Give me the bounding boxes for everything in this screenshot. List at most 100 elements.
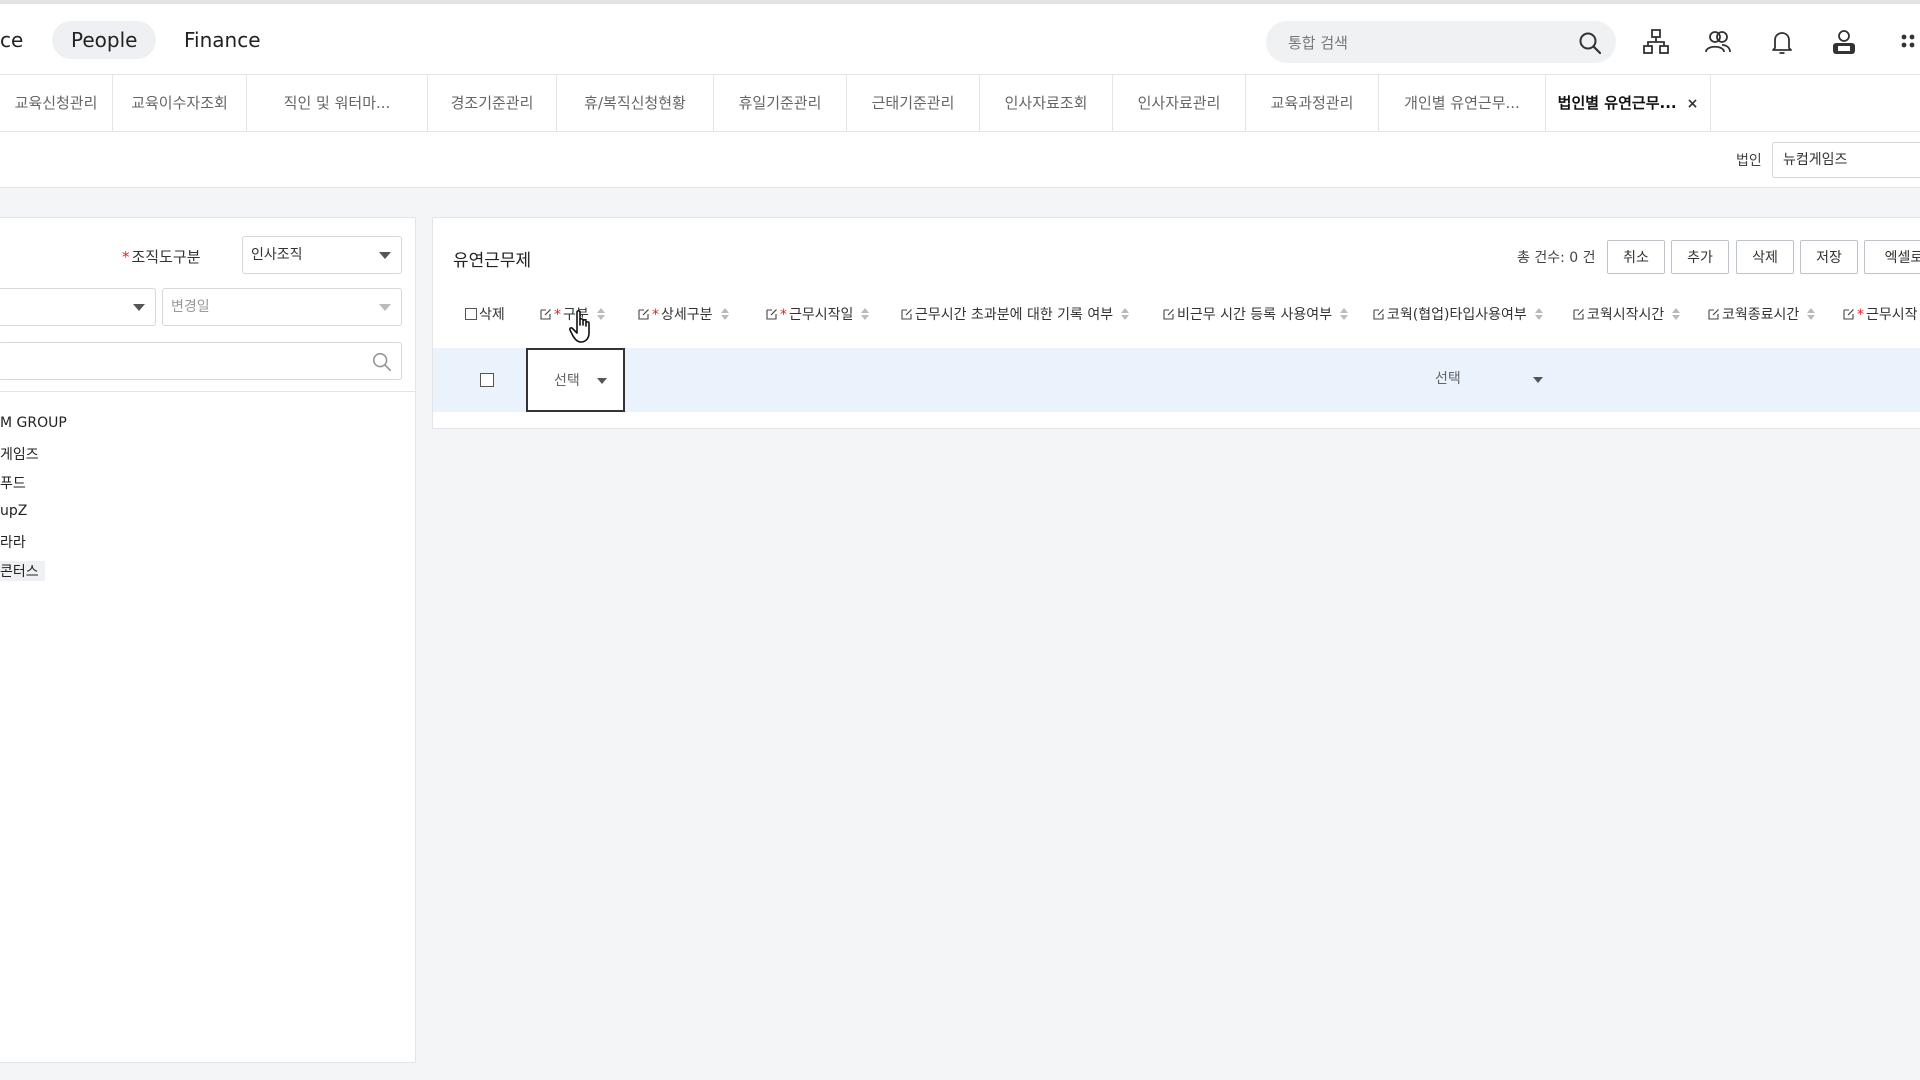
search-icon[interactable]: [1578, 31, 1602, 55]
tab-seal-watermark[interactable]: 직인 및 워터마...: [247, 75, 428, 131]
col-delete[interactable]: 삭제: [465, 294, 505, 336]
close-icon[interactable]: ×: [1687, 96, 1699, 112]
col-label: 코웍(협업)타입사용여부: [1387, 307, 1527, 323]
save-button[interactable]: 저장: [1800, 240, 1858, 274]
tab-leave-reinstatement[interactable]: 휴/복직신청현황: [557, 75, 714, 131]
org-type-select[interactable]: 인사조직: [242, 236, 402, 274]
col-label: 구분: [563, 307, 589, 323]
required-mark: *: [554, 307, 561, 323]
col-detail-type[interactable]: * 상세구분: [638, 294, 729, 336]
type-cell-select[interactable]: 선택: [526, 348, 625, 412]
nav-item-workspace[interactable]: ce: [0, 21, 23, 59]
change-date-placeholder: 변경일: [171, 299, 210, 315]
corporation-select[interactable]: 뉴컴게임즈: [1772, 142, 1920, 178]
tree-node[interactable]: M GROUP: [0, 415, 67, 431]
col-type[interactable]: * 구분: [540, 294, 605, 336]
divider: [0, 391, 416, 392]
global-search: [1266, 21, 1616, 65]
tab-attendance-standard[interactable]: 근태기준관리: [847, 75, 980, 131]
delete-button[interactable]: 삭제: [1736, 240, 1794, 274]
sort-icon[interactable]: [720, 308, 729, 320]
required-mark: *: [1857, 307, 1864, 323]
tab-corporate-flex-work[interactable]: 법인별 유연근무... ×: [1546, 75, 1711, 131]
apps-grid-icon[interactable]: [1893, 27, 1920, 57]
excel-export-button[interactable]: 엑셀로: [1864, 240, 1920, 274]
org-tree-panel: * 조직도구분 인사조직 변경일 M GROUP 게임즈 푸드 upZ 라라 콘터…: [0, 217, 416, 1063]
org-type-value: 인사조직: [251, 247, 303, 263]
tree-node[interactable]: upZ: [0, 503, 27, 519]
col-label: 삭제: [479, 307, 505, 323]
edit-icon: [1708, 309, 1719, 320]
col-overtime-record[interactable]: 근무시간 초과분에 대한 기록 여부: [901, 294, 1130, 336]
tab-hr-data-inquiry[interactable]: 인사자료조회: [980, 75, 1113, 131]
users-icon[interactable]: [1703, 27, 1733, 57]
sort-icon[interactable]: [1807, 308, 1816, 320]
tab-hr-data-management[interactable]: 인사자료관리: [1113, 75, 1246, 131]
chevron-down-icon: [597, 378, 607, 384]
org-type-label: * 조직도구분: [122, 246, 201, 267]
total-count: 총 건수: 0 건: [1517, 250, 1596, 266]
edit-icon: [1163, 309, 1174, 320]
tab-holiday-standard[interactable]: 휴일기준관리: [714, 75, 847, 131]
col-cowork-end[interactable]: 코웍종료시간: [1708, 294, 1816, 336]
search-icon[interactable]: [371, 351, 393, 373]
required-mark: *: [122, 248, 130, 266]
flex-work-panel: 유연근무제 총 건수: 0 건 취소 추가 삭제 저장 엑셀로 삭제 * 구분 *…: [432, 217, 1920, 429]
edit-icon: [540, 309, 551, 320]
chevron-down-icon: [133, 304, 145, 311]
cowork-type-cell-select[interactable]: 선택: [1435, 368, 1461, 388]
tree-node[interactable]: 게임즈: [0, 444, 39, 464]
tab-label: 법인별 유연근무...: [1557, 94, 1677, 112]
sort-icon[interactable]: [596, 308, 605, 320]
bell-icon[interactable]: [1767, 27, 1797, 57]
sort-icon[interactable]: [1672, 308, 1681, 320]
required-mark: *: [652, 307, 659, 323]
row-checkbox[interactable]: [480, 373, 494, 387]
edit-icon: [638, 309, 649, 320]
nav-item-people[interactable]: People: [52, 21, 157, 59]
col-label: 근무시작일: [789, 307, 854, 323]
tab-education-application[interactable]: 교육신청관리: [0, 75, 113, 131]
header-checkbox[interactable]: [465, 308, 477, 320]
col-nonwork-register[interactable]: 비근무 시간 등록 사용여부: [1163, 294, 1349, 336]
edit-icon: [1573, 309, 1584, 320]
ess-user-icon[interactable]: [1829, 27, 1859, 57]
tree-node[interactable]: 라라: [0, 532, 26, 552]
sort-icon[interactable]: [1534, 308, 1543, 320]
filter-bar: 법인 뉴컴게임즈: [0, 132, 1920, 188]
sort-icon[interactable]: [1340, 308, 1349, 320]
col-work-start[interactable]: * 근무시작: [1843, 294, 1918, 336]
tab-personal-flex-work[interactable]: 개인별 유연근무...: [1379, 75, 1546, 131]
corporation-label: 법인: [1736, 153, 1762, 169]
add-button[interactable]: 추가: [1671, 240, 1729, 274]
table-row[interactable]: 선택 선택: [433, 348, 1920, 412]
change-date-select[interactable]: 변경일: [162, 288, 402, 326]
org-type-label-text: 조직도구분: [131, 248, 201, 266]
tab-education-completion[interactable]: 교육이수자조회: [113, 75, 247, 131]
col-work-start-date[interactable]: * 근무시작일: [766, 294, 870, 336]
tab-condolence-standard[interactable]: 경조기준관리: [428, 75, 557, 131]
nav-item-finance[interactable]: Finance: [184, 21, 261, 59]
required-mark: *: [780, 307, 787, 323]
panel-title: 유연근무제: [453, 251, 532, 271]
tree-node-selected[interactable]: 콘터스: [0, 561, 45, 581]
type-cell-value: 선택: [554, 373, 580, 389]
global-search-input[interactable]: [1286, 21, 1570, 65]
tab-course-management[interactable]: 교육과정관리: [1246, 75, 1379, 131]
org-select[interactable]: [0, 288, 156, 326]
org-chart-icon[interactable]: [1641, 27, 1671, 57]
sort-icon[interactable]: [861, 308, 870, 320]
tree-node[interactable]: 푸드: [0, 473, 26, 493]
col-cowork-start[interactable]: 코웍시작시간: [1573, 294, 1681, 336]
sort-icon[interactable]: [1121, 308, 1130, 320]
org-search-input[interactable]: [0, 342, 402, 380]
col-label: 근무시간 초과분에 대한 기록 여부: [915, 307, 1114, 323]
edit-icon: [901, 309, 912, 320]
col-label: 비근무 시간 등록 사용여부: [1177, 307, 1333, 323]
grid-header: 삭제 * 구분 * 상세구분 * 근무시작일 근무시간 초과분에 대한 기록 여부 비…: [433, 294, 1920, 336]
col-cowork-type[interactable]: 코웍(협업)타입사용여부: [1373, 294, 1543, 336]
col-label: 코웍시작시간: [1587, 307, 1665, 323]
chevron-down-icon[interactable]: [1533, 377, 1543, 383]
col-label: 코웍종료시간: [1722, 307, 1800, 323]
cancel-button[interactable]: 취소: [1607, 240, 1665, 274]
